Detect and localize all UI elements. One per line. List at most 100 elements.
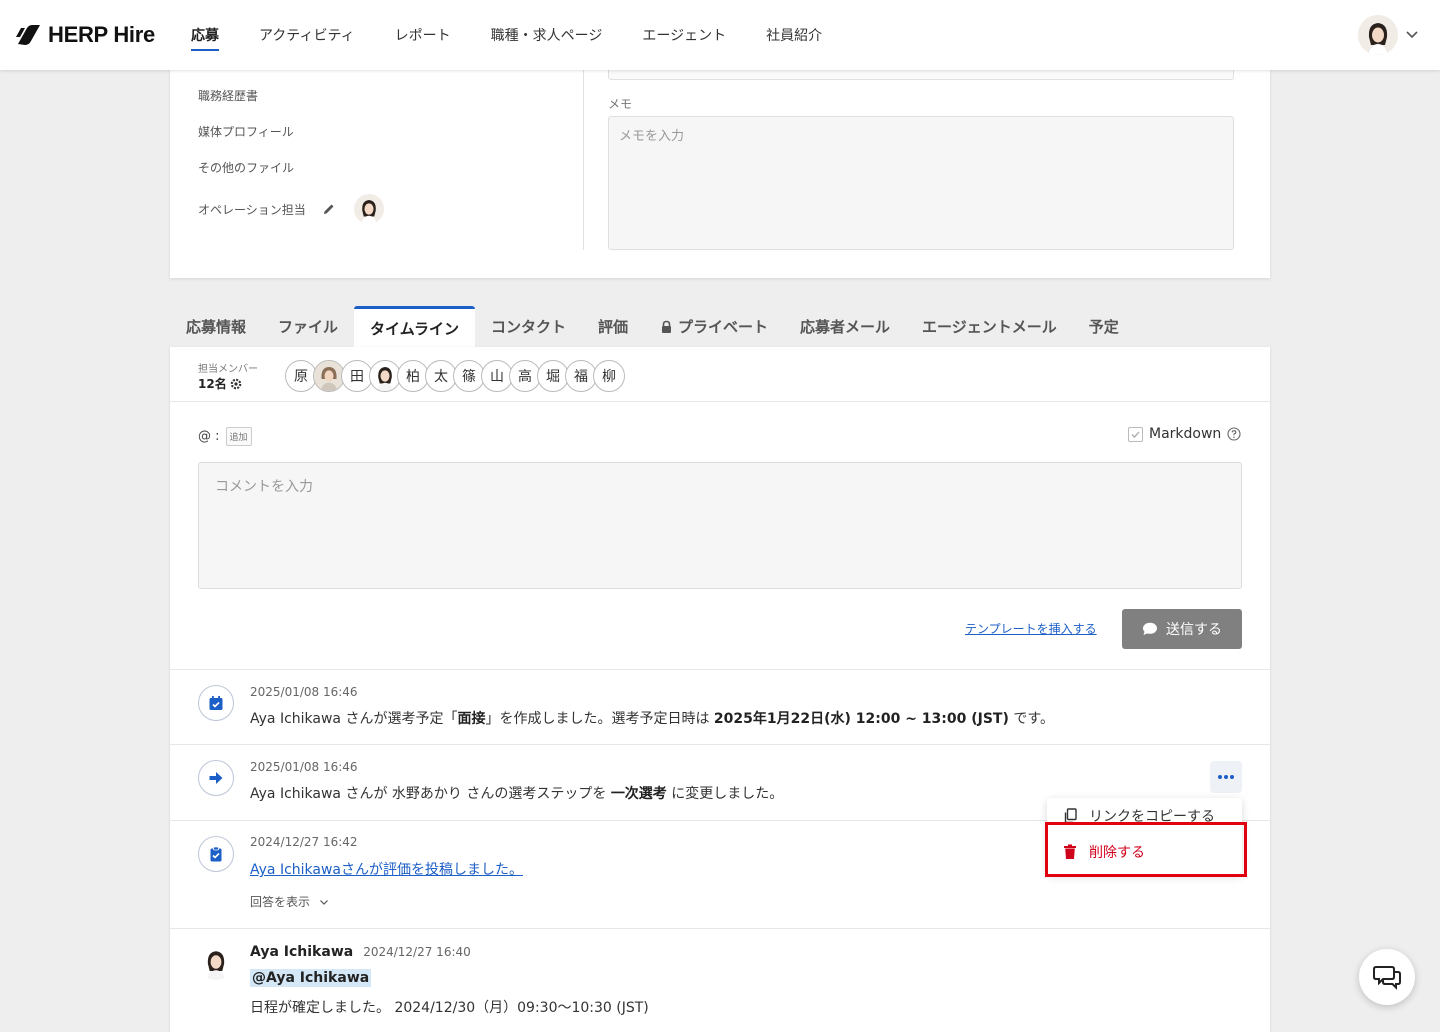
tab-applicant-mail[interactable]: 応募者メール <box>784 306 906 347</box>
text-segment: Aya Ichikawa さんが選考予定「 <box>250 711 458 727</box>
clipboard-check-icon <box>210 846 222 862</box>
tab-evaluation[interactable]: 評価 <box>582 306 644 347</box>
more-dots-icon <box>1218 775 1234 779</box>
comment-body: 日程が確定しました。 2024/12/30（月）09:30～10:30 (JST… <box>250 1000 649 1016</box>
detail-tabs: 応募情報 ファイル タイムライン コンタクト 評価 プライベート 応募者メール … <box>170 306 1135 347</box>
tab-application-info[interactable]: 応募情報 <box>170 306 262 347</box>
person-portrait-icon <box>1358 15 1398 55</box>
timeline-card: 担当メンバー 12名 原 田 柏 太 篠 山 高 堀 福 柳 @: 追加 Ma… <box>170 347 1270 1032</box>
help-icon[interactable] <box>1227 427 1241 441</box>
user-avatar[interactable] <box>1358 15 1398 55</box>
pencil-icon[interactable] <box>322 202 336 216</box>
operation-owner-label: オペレーション担当 <box>198 202 306 217</box>
speech-bubble-icon <box>1143 622 1157 635</box>
gear-icon[interactable] <box>230 378 242 390</box>
mention-prefix: @ : <box>198 429 220 444</box>
chevron-down-icon <box>320 899 328 905</box>
memo-input[interactable]: メモを入力 <box>608 116 1234 250</box>
herp-hire-logo[interactable]: HERP Hire <box>16 22 155 48</box>
members-count[interactable]: 12名 <box>198 375 242 392</box>
person-portrait-icon <box>314 361 344 391</box>
operation-owner-avatar <box>353 194 384 224</box>
text-segment: に変更しました。 <box>666 786 784 802</box>
check-icon <box>1131 431 1140 438</box>
operation-owner-row: オペレーション担当 <box>198 194 384 224</box>
assigned-members-row: 担当メンバー 12名 原 田 柏 太 篠 山 高 堀 福 柳 <box>170 347 1270 402</box>
candidate-info-card: 職務経歴書 媒体プロフィール その他のファイル オペレーション担当 メモ メモを… <box>170 60 1270 278</box>
chat-bubbles-icon <box>1373 966 1401 990</box>
mention-row: @ : 追加 <box>198 427 252 446</box>
timeline-text: Aya Ichikawaさんが評価を投稿しました。 <box>250 859 523 879</box>
nav-activity[interactable]: アクティビティ <box>259 25 355 45</box>
show-answers-label: 回答を表示 <box>250 895 311 909</box>
tab-contact[interactable]: コンタクト <box>475 306 582 347</box>
delete-menu-item[interactable]: 削除する <box>1063 842 1145 862</box>
step-name: 一次選考 <box>610 786 667 802</box>
member-chip[interactable]: 柳 <box>593 360 625 392</box>
memo-label: メモ <box>608 97 633 111</box>
chevron-down-icon[interactable] <box>1404 26 1420 42</box>
tab-agent-mail[interactable]: エージェントメール <box>906 306 1073 347</box>
more-options-button[interactable] <box>1210 761 1242 793</box>
text-segment: 」を作成しました。選考予定日時は <box>485 711 714 727</box>
members-label: 担当メンバー <box>198 364 258 375</box>
timeline-item-menu: リンクをコピーする 削除する <box>1047 798 1242 875</box>
lock-icon <box>662 320 672 333</box>
nav-positions[interactable]: 職種・求人ページ <box>491 25 603 45</box>
timeline-separator <box>170 928 1270 929</box>
nav-agents[interactable]: エージェント <box>642 25 726 45</box>
markdown-toggle[interactable]: Markdown <box>1128 426 1241 442</box>
timeline-separator <box>170 744 1270 745</box>
evaluation-link[interactable]: Aya Ichikawaさんが評価を投稿しました。 <box>250 862 523 878</box>
timeline-date: 2025/01/08 16:46 <box>250 685 358 699</box>
resume-link[interactable]: 職務経歴書 <box>198 87 258 104</box>
column-divider <box>583 70 584 250</box>
comment-time: 2024/12/27 16:40 <box>363 945 471 959</box>
timeline-separator <box>170 669 1270 670</box>
arrow-right-icon <box>209 772 223 784</box>
media-profile-link[interactable]: 媒体プロフィール <box>198 123 294 140</box>
text-segment: Aya Ichikawa さんが 水野あかり さんの選考ステップを <box>250 786 611 802</box>
tab-private-label: プライベート <box>678 318 769 336</box>
tab-timeline[interactable]: タイムライン <box>354 306 475 347</box>
tab-files[interactable]: ファイル <box>262 306 354 347</box>
comment-mention[interactable]: @Aya Ichikawa <box>250 969 372 987</box>
delete-label: 削除する <box>1089 845 1145 861</box>
timeline-date: 2025/01/08 16:46 <box>250 760 358 774</box>
other-files-link[interactable]: その他のファイル <box>198 159 294 176</box>
trash-icon <box>1064 844 1076 859</box>
comment-header: Aya Ichikawa 2024/12/27 16:40 <box>250 944 471 960</box>
send-button[interactable]: 送信する <box>1122 609 1242 649</box>
copy-link-label: リンクをコピーする <box>1089 809 1215 825</box>
person-portrait-icon <box>198 944 234 980</box>
nav-referrals[interactable]: 社員紹介 <box>766 25 822 45</box>
markdown-label: Markdown <box>1149 426 1222 442</box>
timeline-event-icon <box>198 685 234 721</box>
top-navigation-bar: HERP Hire 応募 アクティビティ レポート 職種・求人ページ エージェン… <box>0 0 1440 70</box>
show-answers-toggle[interactable]: 回答を表示 <box>250 893 330 910</box>
comment-input[interactable]: コメントを入力 <box>198 462 1242 589</box>
nav-reports[interactable]: レポート <box>395 25 451 45</box>
tab-schedule[interactable]: 予定 <box>1073 306 1135 347</box>
add-mention-button[interactable]: 追加 <box>225 427 252 446</box>
chat-support-button[interactable] <box>1359 949 1415 1005</box>
logo-text: HERP Hire <box>48 22 155 47</box>
person-portrait-icon <box>353 194 384 224</box>
person-portrait-icon <box>370 361 400 391</box>
nav-applications[interactable]: 応募 <box>191 25 219 51</box>
timeline-event-icon <box>198 760 234 796</box>
members-count-value: 12名 <box>198 377 227 391</box>
calendar-check-icon <box>209 696 223 710</box>
text-segment: です。 <box>1008 711 1054 727</box>
tab-private[interactable]: プライベート <box>644 306 784 347</box>
insert-template-link[interactable]: テンプレートを挿入する <box>965 620 1097 637</box>
copy-icon <box>1064 808 1077 824</box>
send-label: 送信する <box>1166 622 1222 638</box>
herp-logo-icon <box>16 25 40 45</box>
timeline-text: Aya Ichikawa さんが選考予定「面接」を作成しました。選考予定日時は … <box>250 708 1054 728</box>
timeline-text: Aya Ichikawa さんが 水野あかり さんの選考ステップを 一次選考 に… <box>250 783 783 803</box>
copy-link-menu-item[interactable]: リンクをコピーする <box>1063 806 1215 826</box>
timeline-date: 2024/12/27 16:42 <box>250 835 358 849</box>
markdown-checkbox[interactable] <box>1128 426 1143 442</box>
schedule-datetime: 2025年1月22日(水) 12:00 ~ 13:00 (JST) <box>713 711 1009 727</box>
